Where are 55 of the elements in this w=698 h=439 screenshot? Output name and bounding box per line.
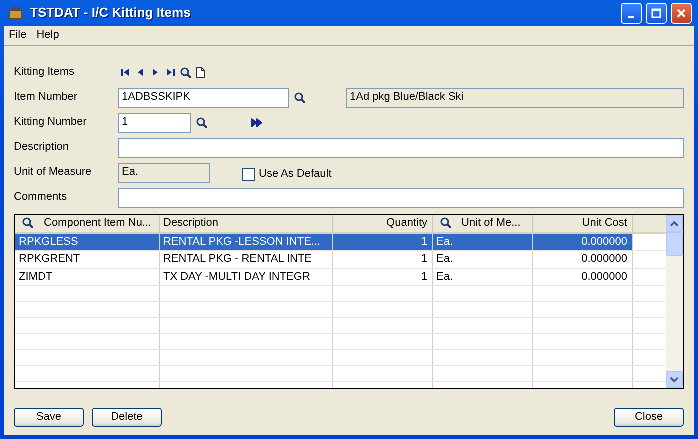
table-row[interactable]: RPKGLESS RENTAL PKG -LESSON INTE... 1 Ea. 0.000000 <box>15 232 666 250</box>
table-cell: RENTAL PKG - RENTAL INTE <box>159 250 332 268</box>
last-record-icon[interactable] <box>165 67 176 78</box>
table-row[interactable]: RPKGRENT RENTAL PKG - RENTAL INTE 1 Ea. 0.000000 <box>15 250 666 268</box>
table-row[interactable]: ZIMDT TX DAY -MULTI DAY INTEGR 1 Ea. 0.000000 <box>15 268 666 286</box>
maximize-icon[interactable] <box>650 6 663 20</box>
field-label: Unit of Measure <box>14 165 93 180</box>
field-label: Kitting Items <box>14 65 76 80</box>
description-field: 1Ad pkg Blue/Black Ski <box>346 88 684 108</box>
action-button[interactable]: Save <box>14 408 84 427</box>
input-field[interactable]: 1 <box>118 112 191 132</box>
table-cell: 0.000000 <box>532 268 632 286</box>
column-header[interactable]: Component Item Nu... <box>15 215 159 232</box>
input-field[interactable] <box>118 188 684 208</box>
field-label: Comments <box>14 190 68 206</box>
close-button[interactable]: Close <box>614 408 684 427</box>
scroll-up-button[interactable] <box>666 215 683 232</box>
action-button[interactable]: Delete <box>92 408 162 427</box>
use-as-default-checkbox[interactable]: Use As Default <box>242 166 332 182</box>
maximize-button[interactable] <box>646 2 667 24</box>
close-button[interactable] <box>671 2 692 24</box>
search-icon[interactable] <box>440 217 452 230</box>
window-title: TSTDAT - I/C Kitting Items <box>30 4 192 22</box>
value-field: Ea. <box>118 162 210 182</box>
menu-item[interactable]: File <box>4 27 32 44</box>
table-cell: ZIMDT <box>15 268 159 286</box>
search-icon[interactable] <box>294 92 306 104</box>
table-cell: TX DAY -MULTI DAY INTEGR <box>159 268 332 286</box>
table-cell: 1 <box>332 268 432 286</box>
column-header[interactable]: Description <box>159 215 332 232</box>
first-record-icon[interactable] <box>120 67 131 78</box>
table-cell: 0.000000 <box>532 250 632 268</box>
table-cell: RPKGRENT <box>15 250 159 268</box>
new-document-icon[interactable] <box>196 66 206 78</box>
column-header[interactable]: Unit of Me... <box>432 215 532 232</box>
search-icon[interactable] <box>22 217 34 230</box>
field-label: Item Number <box>14 90 79 106</box>
input-field[interactable]: 1ADBSSKIPK <box>118 88 289 108</box>
table-cell: Ea. <box>432 268 532 286</box>
scroll-down-button[interactable] <box>666 371 683 388</box>
table-cell: 1 <box>332 250 432 268</box>
search-icon[interactable] <box>180 66 192 78</box>
fast-forward-icon[interactable] <box>251 118 263 128</box>
input-field[interactable] <box>118 138 684 158</box>
menu-item[interactable]: Help <box>32 27 64 44</box>
field-label: Kitting Number <box>14 115 88 130</box>
field-label: Description <box>14 140 70 156</box>
scroll-thumb[interactable] <box>666 232 683 256</box>
column-header[interactable]: Quantity <box>332 215 432 232</box>
search-icon[interactable] <box>196 116 208 128</box>
close-icon[interactable] <box>675 6 688 20</box>
column-header[interactable]: Unit Cost <box>532 215 632 232</box>
table-cell: Ea. <box>432 250 532 268</box>
app-icon <box>8 5 24 21</box>
minimize-button[interactable] <box>621 2 642 24</box>
